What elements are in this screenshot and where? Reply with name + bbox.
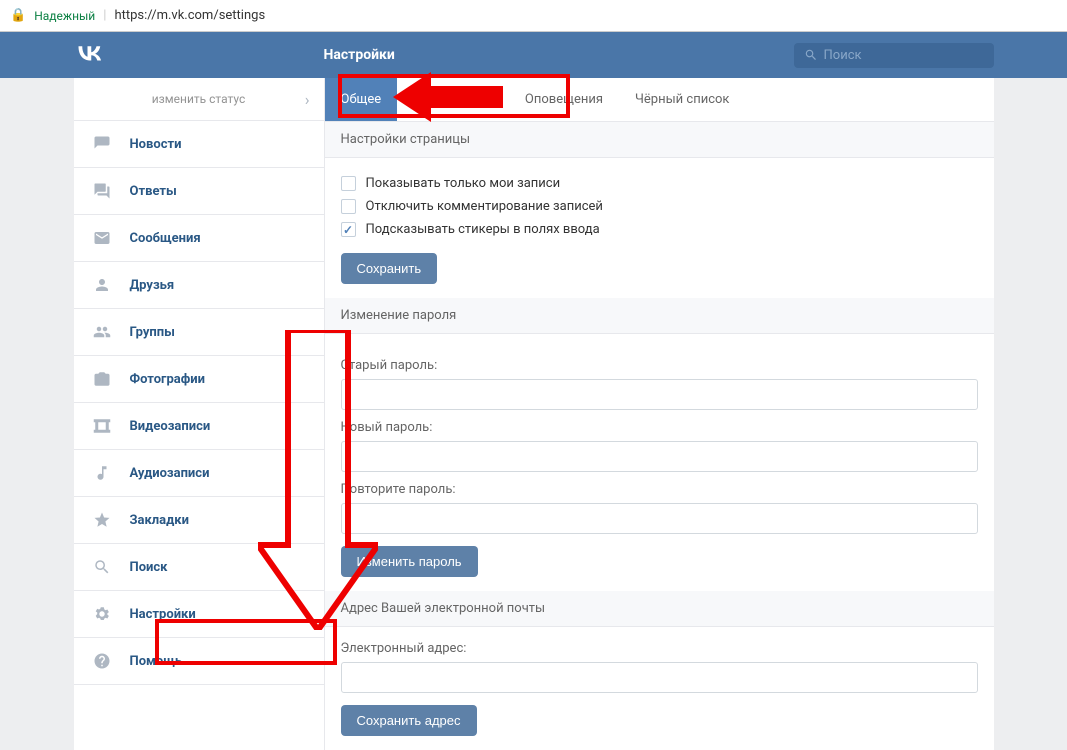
sidebar-item-messages[interactable]: Сообщения xyxy=(74,215,324,262)
section-page-settings-header: Настройки страницы xyxy=(325,122,994,158)
checkbox-suggest-stickers[interactable]: Подсказывать стикеры в полях ввода xyxy=(341,218,978,241)
sidebar-item-groups[interactable]: Группы xyxy=(74,309,324,356)
section-password-body: Старый пароль: Новый пароль: Повторите п… xyxy=(325,334,994,591)
tab-2[interactable]: Оповещения xyxy=(509,78,619,121)
chevron-right-icon: › xyxy=(305,90,310,109)
repeat-password-label: Повторите пароль: xyxy=(341,482,978,497)
save-page-settings-button[interactable]: Сохранить xyxy=(341,253,438,284)
sidebar-item-label: Закладки xyxy=(130,513,189,528)
vk-logo[interactable] xyxy=(74,43,324,68)
sidebar-item-label: Фотографии xyxy=(130,372,206,387)
old-password-label: Старый пароль: xyxy=(341,358,978,373)
videos-icon xyxy=(92,417,112,435)
friend-icon xyxy=(92,276,112,294)
change-password-button[interactable]: Изменить пароль xyxy=(341,546,478,577)
new-password-input[interactable] xyxy=(341,441,978,472)
tabs-row: ОбщееПриватностьОповещенияЧёрный список xyxy=(325,78,994,122)
divider: | xyxy=(103,8,106,23)
checkbox-label: Отключить комментирование записей xyxy=(366,199,603,214)
checkbox-label: Подсказывать стикеры в полях ввода xyxy=(366,222,600,237)
sidebar-item-label: Новости xyxy=(130,137,182,152)
sidebar-item-replies[interactable]: Ответы xyxy=(74,168,324,215)
browser-address-bar: 🔒 Надежный | https://m.vk.com/settings xyxy=(0,0,1067,32)
sidebar-item-search[interactable]: Поиск xyxy=(74,544,324,591)
sidebar-item-videos[interactable]: Видеозаписи xyxy=(74,403,324,450)
email-input[interactable] xyxy=(341,662,978,693)
sidebar-item-label: Поиск xyxy=(130,560,168,575)
new-password-label: Новый пароль: xyxy=(341,420,978,435)
app-header: Настройки Поиск xyxy=(0,32,1067,78)
section-email-body: Электронный адрес: Сохранить адрес xyxy=(325,627,994,750)
search-icon xyxy=(92,558,112,576)
status-label: изменить статус xyxy=(152,92,246,106)
audio-icon xyxy=(92,464,112,482)
repeat-password-input[interactable] xyxy=(341,503,978,534)
sidebar-item-label: Видеозаписи xyxy=(130,419,211,434)
main-content: ОбщееПриватностьОповещенияЧёрный список … xyxy=(324,78,994,750)
help-icon xyxy=(92,652,112,670)
messages-icon xyxy=(92,229,112,247)
tab-3[interactable]: Чёрный список xyxy=(619,78,745,121)
header-search[interactable]: Поиск xyxy=(794,43,994,68)
url-text[interactable]: https://m.vk.com/settings xyxy=(114,8,265,23)
secure-label: Надежный xyxy=(34,9,95,23)
section-password-header: Изменение пароля xyxy=(325,298,994,334)
sidebar-item-label: Аудиозаписи xyxy=(130,466,210,481)
old-password-input[interactable] xyxy=(341,379,978,410)
status-row[interactable]: изменить статус › xyxy=(74,78,324,121)
sidebar-item-audio[interactable]: Аудиозаписи xyxy=(74,450,324,497)
tab-1[interactable]: Приватность xyxy=(397,78,509,121)
feed-icon xyxy=(92,135,112,153)
sidebar: изменить статус › Новости Ответы Сообщения… xyxy=(74,78,324,750)
tab-0[interactable]: Общее xyxy=(325,78,398,121)
sidebar-item-label: Помощь xyxy=(130,654,183,669)
sidebar-item-label: Друзья xyxy=(130,278,175,293)
settings-icon xyxy=(92,605,112,623)
sidebar-item-feed[interactable]: Новости xyxy=(74,121,324,168)
sidebar-item-label: Настройки xyxy=(130,607,196,622)
sidebar-item-friend[interactable]: Друзья xyxy=(74,262,324,309)
checkbox-icon xyxy=(341,222,356,237)
groups-icon xyxy=(92,323,112,341)
replies-icon xyxy=(92,182,112,200)
bookmarks-icon xyxy=(92,511,112,529)
sidebar-item-help[interactable]: Помощь xyxy=(74,638,324,685)
checkbox-disable-comments[interactable]: Отключить комментирование записей xyxy=(341,195,978,218)
search-icon xyxy=(804,48,818,62)
sidebar-item-label: Группы xyxy=(130,325,175,340)
checkbox-icon xyxy=(341,176,356,191)
sidebar-item-settings[interactable]: Настройки xyxy=(74,591,324,638)
sidebar-item-label: Сообщения xyxy=(130,231,201,246)
photos-icon xyxy=(92,370,112,388)
checkbox-only-my-posts[interactable]: Показывать только мои записи xyxy=(341,172,978,195)
section-email-header: Адрес Вашей электронной почты xyxy=(325,591,994,627)
save-email-button[interactable]: Сохранить адрес xyxy=(341,705,477,736)
section-page-settings-body: Показывать только мои записи Отключить к… xyxy=(325,158,994,298)
sidebar-item-photos[interactable]: Фотографии xyxy=(74,356,324,403)
sidebar-item-bookmarks[interactable]: Закладки xyxy=(74,497,324,544)
checkbox-label: Показывать только мои записи xyxy=(366,176,561,191)
email-label: Электронный адрес: xyxy=(341,641,978,656)
page-title: Настройки xyxy=(324,47,794,63)
lock-icon: 🔒 xyxy=(10,8,26,23)
sidebar-item-label: Ответы xyxy=(130,184,177,199)
search-placeholder: Поиск xyxy=(824,48,862,63)
checkbox-icon xyxy=(341,199,356,214)
